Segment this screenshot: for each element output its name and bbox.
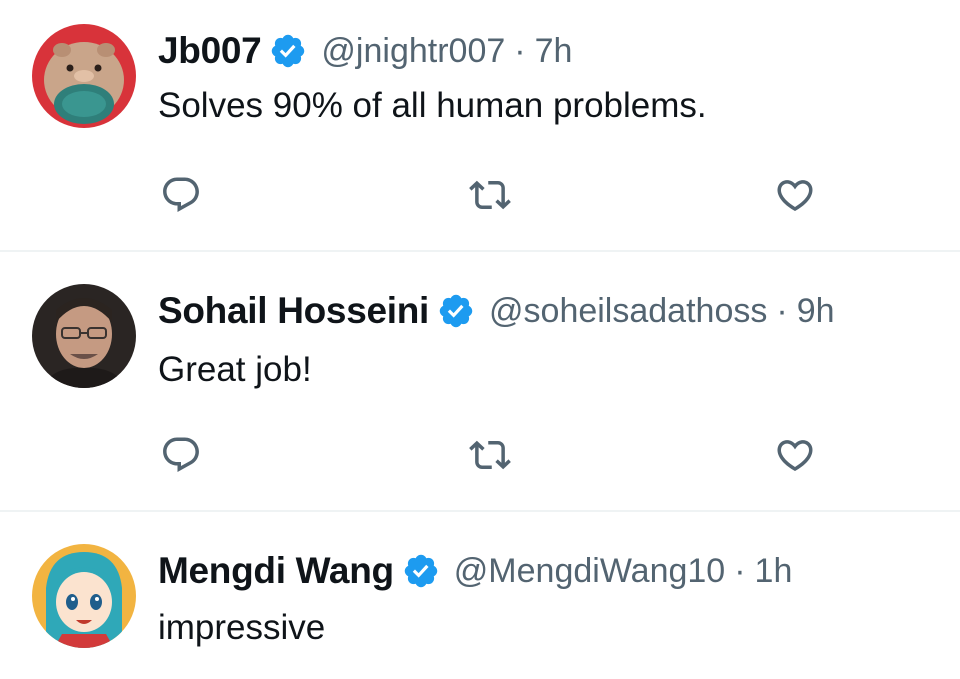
tweet-actions — [0, 172, 960, 222]
separator-dot: · — [776, 291, 788, 330]
tweet-header: Jb007 @jnightr007 · 7h — [158, 26, 572, 76]
timestamp[interactable]: 9h — [797, 292, 835, 331]
tweet-header: Mengdi Wang @MengdiWang10 · 1h — [158, 546, 792, 596]
display-name[interactable]: Jb007 — [158, 30, 262, 72]
like-button[interactable] — [772, 432, 818, 478]
avatar[interactable] — [32, 284, 136, 388]
reply-icon — [163, 177, 199, 212]
heart-icon — [777, 440, 813, 472]
timestamp[interactable]: 7h — [535, 32, 573, 71]
avatar[interactable] — [32, 24, 136, 128]
separator-dot: · — [514, 31, 526, 70]
heart-icon — [777, 180, 813, 212]
retweet-button[interactable] — [467, 432, 513, 478]
separator-dot: · — [734, 551, 746, 590]
retweet-button[interactable] — [467, 172, 513, 218]
tweet-item[interactable]: Mengdi Wang @MengdiWang10 · 1h impressiv… — [0, 512, 960, 679]
display-name[interactable]: Mengdi Wang — [158, 550, 394, 592]
avatar[interactable] — [32, 544, 136, 648]
tweet-header: Sohail Hosseini @soheilsadathoss · 9h — [158, 286, 835, 336]
reply-button[interactable] — [158, 172, 204, 218]
reply-icon — [163, 437, 199, 472]
user-handle[interactable]: @jnightr007 — [321, 32, 505, 71]
tweet-text: impressive — [158, 608, 326, 647]
retweet-icon — [469, 180, 511, 210]
user-handle[interactable]: @soheilsadathoss — [489, 292, 767, 331]
like-button[interactable] — [772, 172, 818, 218]
timestamp[interactable]: 1h — [755, 552, 793, 591]
display-name[interactable]: Sohail Hosseini — [158, 290, 429, 332]
verified-badge-icon — [404, 554, 438, 588]
tweet-item[interactable]: Sohail Hosseini @soheilsadathoss · 9h Gr… — [0, 252, 960, 510]
verified-badge-icon — [272, 34, 305, 68]
user-handle[interactable]: @MengdiWang10 — [454, 552, 725, 591]
retweet-icon — [469, 440, 511, 470]
tweet-text: Solves 90% of all human problems. — [158, 86, 707, 125]
tweet-item[interactable]: Jb007 @jnightr007 · 7h Solves 90% of all… — [0, 0, 960, 250]
plush-toy-avatar-image — [32, 24, 136, 128]
tweet-text: Great job! — [158, 350, 312, 389]
reply-button[interactable] — [158, 432, 204, 478]
man-with-glasses-avatar-image — [32, 284, 136, 388]
anime-girl-avatar-image — [32, 544, 136, 648]
tweet-actions — [0, 432, 960, 482]
verified-badge-icon — [439, 294, 473, 328]
